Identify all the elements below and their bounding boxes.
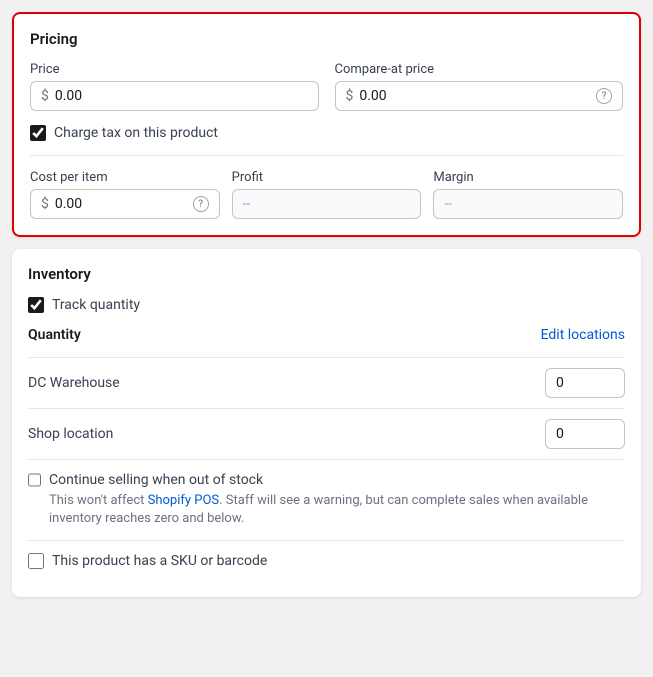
track-quantity-row: Track quantity <box>28 297 625 313</box>
inventory-card: Inventory Track quantity Quantity Edit l… <box>12 249 641 597</box>
dc-warehouse-label: DC Warehouse <box>28 375 120 391</box>
dc-warehouse-row: DC Warehouse <box>28 357 625 408</box>
cost-per-item-field-group: Cost per item $ ? <box>30 170 220 219</box>
price-field-group: Price $ <box>30 62 319 111</box>
track-quantity-label[interactable]: Track quantity <box>52 297 140 313</box>
description-prefix: This won't affect <box>49 493 148 508</box>
price-label: Price <box>30 62 319 77</box>
quantity-title: Quantity <box>28 327 81 343</box>
continue-selling-description: This won't affect Shopify POS. Staff wil… <box>49 492 625 528</box>
margin-input <box>444 196 612 212</box>
compare-currency-symbol: $ <box>346 88 354 104</box>
shop-location-label: Shop location <box>28 426 113 442</box>
pricing-card: Pricing Price $ Compare-at price $ ? Cha… <box>12 12 641 237</box>
compare-at-price-label: Compare-at price <box>335 62 624 77</box>
compare-at-price-input-wrapper[interactable]: $ ? <box>335 81 624 111</box>
quantity-header: Quantity Edit locations <box>28 327 625 343</box>
sku-barcode-checkbox[interactable] <box>28 553 44 569</box>
track-quantity-checkbox[interactable] <box>28 297 44 313</box>
cost-per-item-help-icon[interactable]: ? <box>193 196 209 212</box>
cost-per-item-input[interactable] <box>55 196 187 212</box>
edit-locations-link[interactable]: Edit locations <box>541 327 625 343</box>
cost-per-item-label: Cost per item <box>30 170 220 185</box>
profit-label: Profit <box>232 170 422 185</box>
sku-barcode-row: This product has a SKU or barcode <box>28 540 625 581</box>
cost-per-item-input-wrapper[interactable]: $ ? <box>30 189 220 219</box>
price-currency-symbol: $ <box>41 88 49 104</box>
compare-at-price-help-icon[interactable]: ? <box>596 88 612 104</box>
price-row: Price $ Compare-at price $ ? <box>30 62 623 111</box>
charge-tax-label[interactable]: Charge tax on this product <box>54 125 218 141</box>
cost-currency-symbol: $ <box>41 196 49 212</box>
compare-at-price-field-group: Compare-at price $ ? <box>335 62 624 111</box>
out-of-stock-text: Continue selling when out of stock This … <box>49 472 625 528</box>
pricing-title: Pricing <box>30 30 623 48</box>
price-input-wrapper[interactable]: $ <box>30 81 319 111</box>
dc-warehouse-input[interactable] <box>545 368 625 398</box>
shop-location-row: Shop location <box>28 408 625 459</box>
profit-input <box>243 196 411 212</box>
cost-profit-margin-row: Cost per item $ ? Profit Margin <box>30 170 623 219</box>
profit-input-wrapper <box>232 189 422 219</box>
charge-tax-row: Charge tax on this product <box>30 125 623 141</box>
pricing-divider <box>30 155 623 156</box>
price-input[interactable] <box>55 88 308 104</box>
margin-label: Margin <box>433 170 623 185</box>
charge-tax-checkbox[interactable] <box>30 125 46 141</box>
sku-barcode-label[interactable]: This product has a SKU or barcode <box>52 553 267 569</box>
compare-at-price-input[interactable] <box>359 88 590 104</box>
out-of-stock-row: Continue selling when out of stock This … <box>28 459 625 540</box>
shopify-pos-link[interactable]: Shopify POS <box>148 493 220 508</box>
continue-selling-label[interactable]: Continue selling when out of stock <box>49 472 625 488</box>
margin-input-wrapper <box>433 189 623 219</box>
shop-location-input[interactable] <box>545 419 625 449</box>
inventory-title: Inventory <box>28 265 625 283</box>
margin-field-group: Margin <box>433 170 623 219</box>
continue-selling-checkbox[interactable] <box>28 472 41 488</box>
profit-field-group: Profit <box>232 170 422 219</box>
